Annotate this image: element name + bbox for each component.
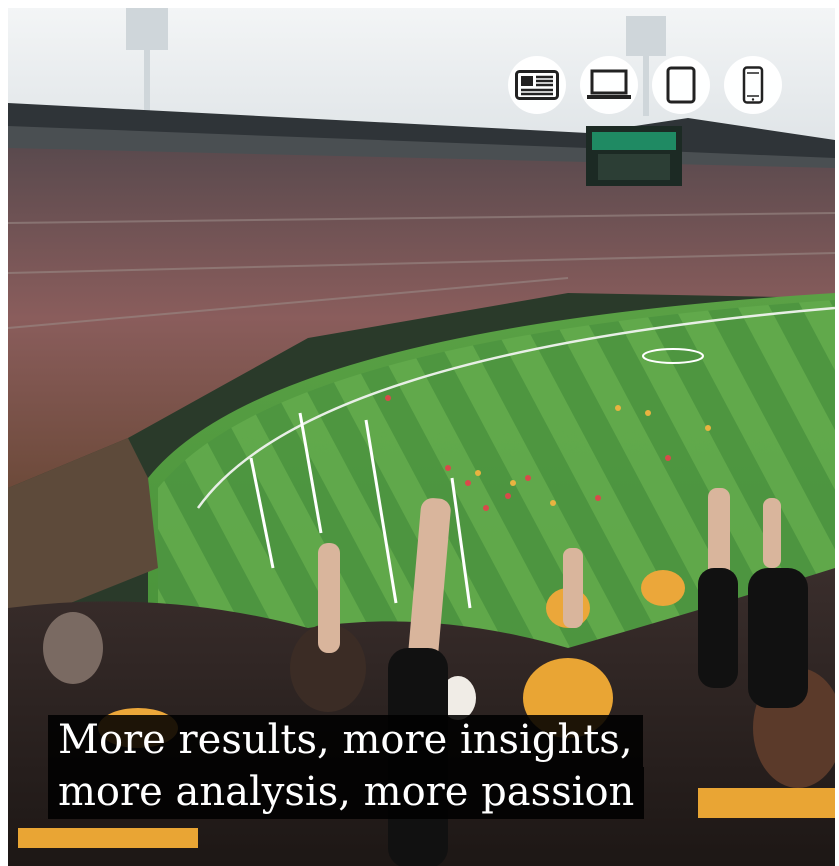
laptop-icon: [587, 69, 631, 99]
hero-caption: More results, more insights, more analys…: [48, 715, 645, 819]
caption-line-2: more analysis, more passion: [48, 767, 645, 819]
tablet-button[interactable]: [652, 56, 710, 114]
hero-banner: More results, more insights, more analys…: [8, 8, 835, 866]
caption-line-1: More results, more insights,: [48, 715, 643, 767]
newspaper-button[interactable]: [508, 56, 566, 114]
laptop-button[interactable]: [580, 56, 638, 114]
device-toggle: [508, 50, 782, 120]
smartphone-icon: [742, 66, 764, 104]
tablet-icon: [666, 66, 696, 104]
newspaper-icon: [515, 70, 559, 100]
smartphone-button[interactable]: [724, 56, 782, 114]
